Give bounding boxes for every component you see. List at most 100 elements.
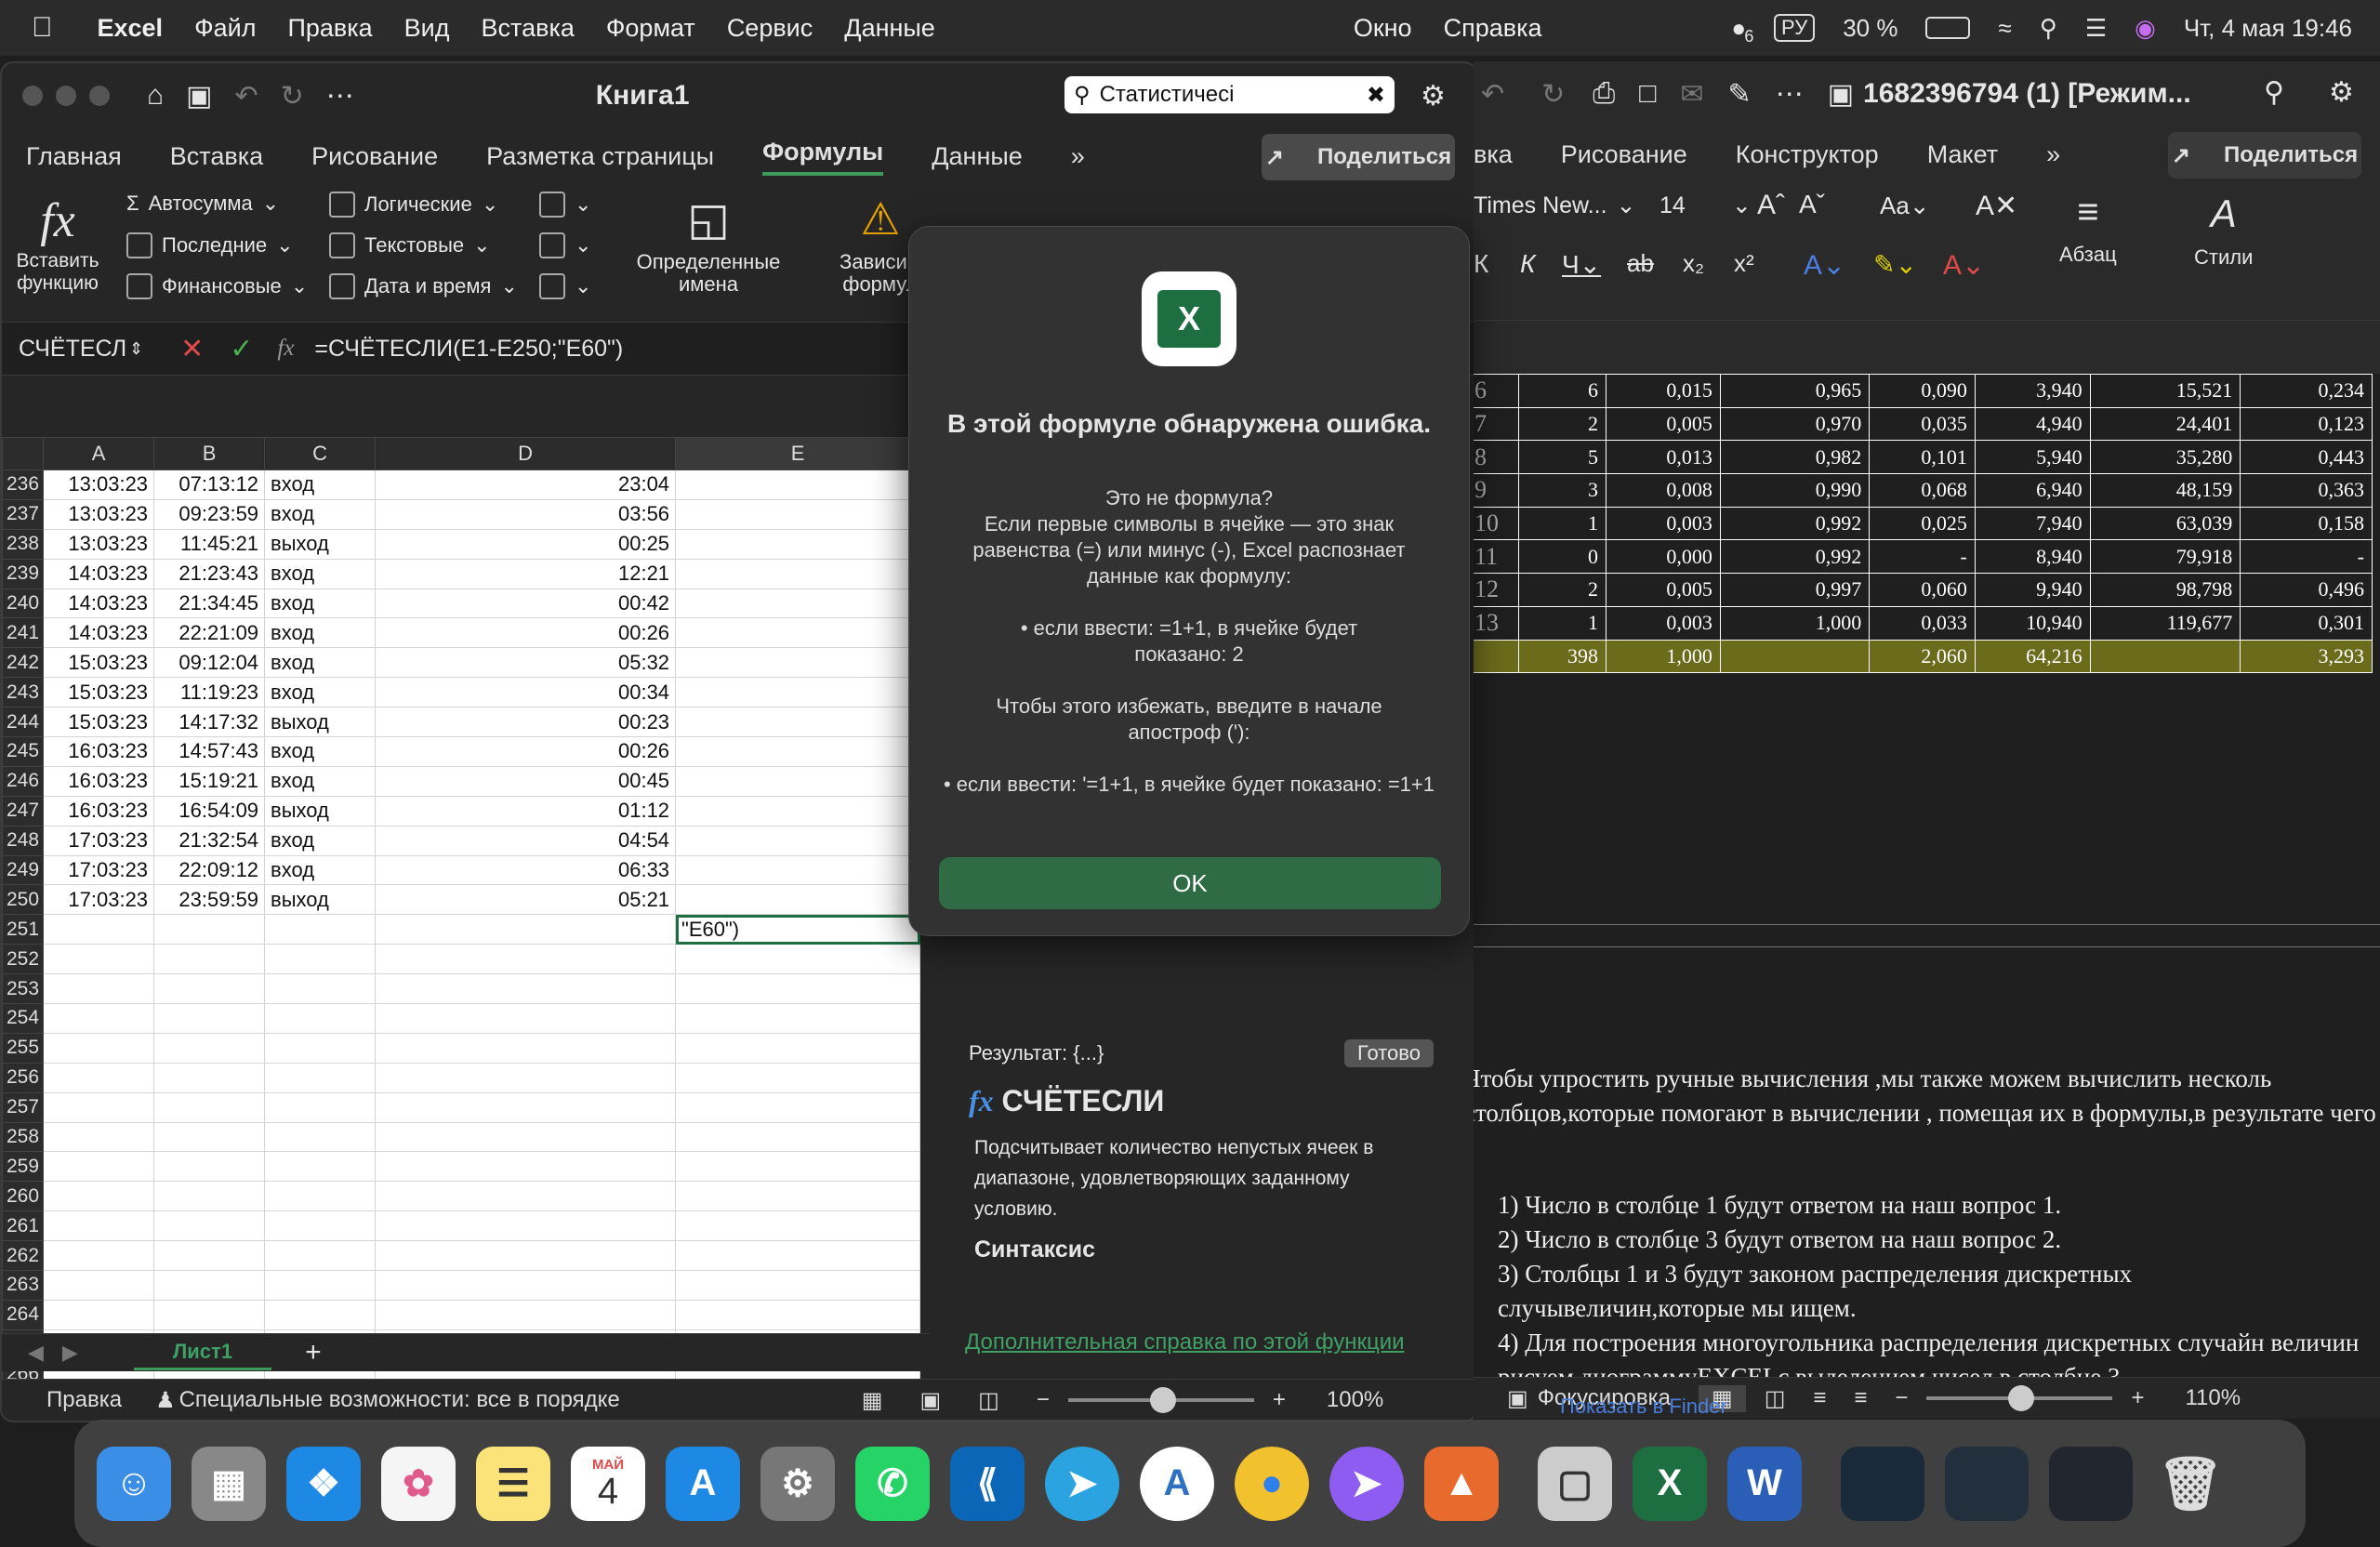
cell-e[interactable] bbox=[675, 647, 921, 679]
cell-d[interactable] bbox=[375, 944, 677, 975]
cell-e[interactable] bbox=[675, 1091, 921, 1123]
battery-percent[interactable]: 30 % bbox=[1843, 14, 1897, 43]
cell-c[interactable]: вход bbox=[264, 765, 377, 797]
cell-e[interactable] bbox=[675, 1151, 921, 1183]
photos-icon[interactable]: ✿ bbox=[381, 1446, 456, 1521]
cell-b[interactable] bbox=[153, 914, 266, 945]
tab-formulas[interactable]: Формулы bbox=[762, 138, 884, 176]
cell-a[interactable]: 16:03:23 bbox=[43, 795, 155, 826]
zoom-thumb[interactable] bbox=[1149, 1387, 1176, 1413]
page-break-view-icon[interactable]: ◫ bbox=[978, 1387, 999, 1414]
cell-d[interactable]: 00:26 bbox=[375, 617, 677, 649]
cell-e[interactable] bbox=[675, 1003, 921, 1034]
zoom-slider[interactable] bbox=[1067, 1387, 1254, 1413]
tab-insert[interactable]: Вставка bbox=[170, 142, 263, 171]
cell-c[interactable] bbox=[264, 1062, 377, 1093]
cell-c[interactable]: вход bbox=[264, 558, 377, 589]
cell-b[interactable] bbox=[153, 1299, 266, 1330]
save-icon[interactable]: ▣ bbox=[186, 80, 212, 112]
cell-b[interactable]: 14:17:32 bbox=[153, 707, 266, 738]
word-document[interactable]: 6 6 0,015 0,965 0,090 3,940 15,521 0,234 7 2 0,005… bbox=[1474, 374, 2380, 1391]
clock[interactable]: Чт, 4 мая 19:46 bbox=[2184, 14, 2352, 43]
trash-icon[interactable]: 🗑 bbox=[2153, 1447, 2228, 1521]
cell-e[interactable] bbox=[675, 1240, 921, 1272]
row-header[interactable]: 236 bbox=[2, 469, 45, 500]
presentation-icon[interactable]: ▲ bbox=[1424, 1446, 1499, 1521]
cell-b[interactable]: 14:57:43 bbox=[153, 736, 266, 767]
accessibility-icon[interactable]: ♟ bbox=[155, 1387, 176, 1414]
row-header[interactable]: 263 bbox=[2, 1270, 45, 1301]
cell-b[interactable]: 16:54:09 bbox=[153, 795, 266, 826]
cell-c[interactable]: вход bbox=[264, 854, 377, 886]
cell-e[interactable] bbox=[675, 588, 921, 619]
italic-icon[interactable]: К bbox=[1520, 249, 1536, 279]
menu-app-name[interactable]: Excel bbox=[98, 14, 164, 43]
cell-a[interactable]: 17:03:23 bbox=[43, 884, 155, 916]
cell-c[interactable]: вход bbox=[264, 736, 377, 767]
excel-dock-icon[interactable]: X bbox=[1633, 1446, 1707, 1521]
cell-e[interactable] bbox=[675, 973, 921, 1005]
menu-window[interactable]: Окно bbox=[1354, 14, 1412, 43]
menu-file[interactable]: Файл bbox=[194, 14, 256, 43]
normal-view-icon[interactable]: ▦ bbox=[862, 1387, 883, 1414]
cell-b[interactable] bbox=[153, 1151, 266, 1183]
spreadsheet-grid[interactable]: A B C D E 236 13:03:23 07:13:12 вход 23:04 23… bbox=[2, 437, 932, 1390]
finder-icon[interactable]: ☺ bbox=[97, 1446, 171, 1521]
cell-d[interactable]: 01:12 bbox=[375, 795, 677, 826]
cell-c[interactable]: вход bbox=[264, 677, 377, 708]
undo-icon[interactable]: ↶ bbox=[234, 80, 258, 112]
add-sheet-icon[interactable]: + bbox=[305, 1337, 322, 1368]
row-header[interactable]: 251 bbox=[2, 914, 45, 945]
vscode-icon[interactable]: ⟪ bbox=[950, 1446, 1025, 1521]
col-header-e[interactable]: E bbox=[675, 437, 921, 470]
highlight-icon[interactable]: ✎⌄ bbox=[1873, 249, 1917, 280]
cell-a[interactable] bbox=[43, 1299, 155, 1330]
cell-c[interactable] bbox=[264, 1240, 377, 1272]
row-header[interactable]: 247 bbox=[2, 795, 45, 826]
cell-a[interactable] bbox=[43, 914, 155, 945]
menu-tools[interactable]: Сервис bbox=[727, 14, 813, 43]
cell-e[interactable] bbox=[675, 825, 921, 856]
defined-names-button[interactable]: ◱ Определенные имена bbox=[634, 193, 783, 296]
cell-a[interactable] bbox=[43, 973, 155, 1005]
cell-e[interactable] bbox=[675, 944, 921, 975]
col-header-d[interactable]: D bbox=[375, 437, 677, 470]
cell-c[interactable]: выход bbox=[264, 707, 377, 738]
cell-d[interactable]: 12:21 bbox=[375, 558, 677, 589]
cell-c[interactable] bbox=[264, 1210, 377, 1242]
done-badge[interactable]: Готово bbox=[1344, 1039, 1434, 1067]
apple-icon[interactable]:  bbox=[32, 12, 53, 44]
clear-search-icon[interactable]: ✖ bbox=[1367, 82, 1385, 109]
cell-a[interactable]: 17:03:23 bbox=[43, 825, 155, 856]
launchpad-icon[interactable]: ▦ bbox=[192, 1446, 266, 1521]
row-header[interactable]: 246 bbox=[2, 765, 45, 797]
window-thumbnail-3[interactable] bbox=[2049, 1446, 2133, 1521]
cell-d[interactable]: 04:54 bbox=[375, 825, 677, 856]
cell-b[interactable] bbox=[153, 1210, 266, 1242]
cell-d[interactable]: 00:42 bbox=[375, 588, 677, 619]
cell-d[interactable]: 00:45 bbox=[375, 765, 677, 797]
cell-a[interactable] bbox=[43, 1151, 155, 1183]
cell-b[interactable]: 22:09:12 bbox=[153, 854, 266, 886]
cell-d[interactable]: 00:25 bbox=[375, 528, 677, 560]
tab-draw[interactable]: Рисование bbox=[311, 142, 438, 171]
cell-b[interactable] bbox=[153, 1181, 266, 1212]
zoom-level[interactable]: 100% bbox=[1327, 1387, 1383, 1413]
cell-d[interactable] bbox=[375, 1032, 677, 1064]
cell-e[interactable] bbox=[675, 854, 921, 886]
cell-c[interactable] bbox=[264, 1181, 377, 1212]
wifi-icon[interactable]: ≈ bbox=[1998, 14, 2011, 43]
telegram-icon[interactable]: ➤ bbox=[1045, 1446, 1119, 1521]
cell-d[interactable] bbox=[375, 1181, 677, 1212]
cell-e[interactable] bbox=[675, 1032, 921, 1064]
cell-b[interactable] bbox=[153, 1032, 266, 1064]
row-header[interactable]: 248 bbox=[2, 825, 45, 856]
cell-e[interactable] bbox=[675, 707, 921, 738]
cell-a[interactable] bbox=[43, 944, 155, 975]
recent-button[interactable]: Последние ⌄ bbox=[126, 232, 294, 258]
row-header[interactable]: 256 bbox=[2, 1062, 45, 1093]
cell-a[interactable]: 14:03:23 bbox=[43, 617, 155, 649]
home-icon[interactable]: ⌂ bbox=[147, 80, 164, 112]
menu-data[interactable]: Данные bbox=[844, 14, 935, 43]
shrink-font-icon[interactable]: Aˇ bbox=[1799, 190, 1825, 219]
